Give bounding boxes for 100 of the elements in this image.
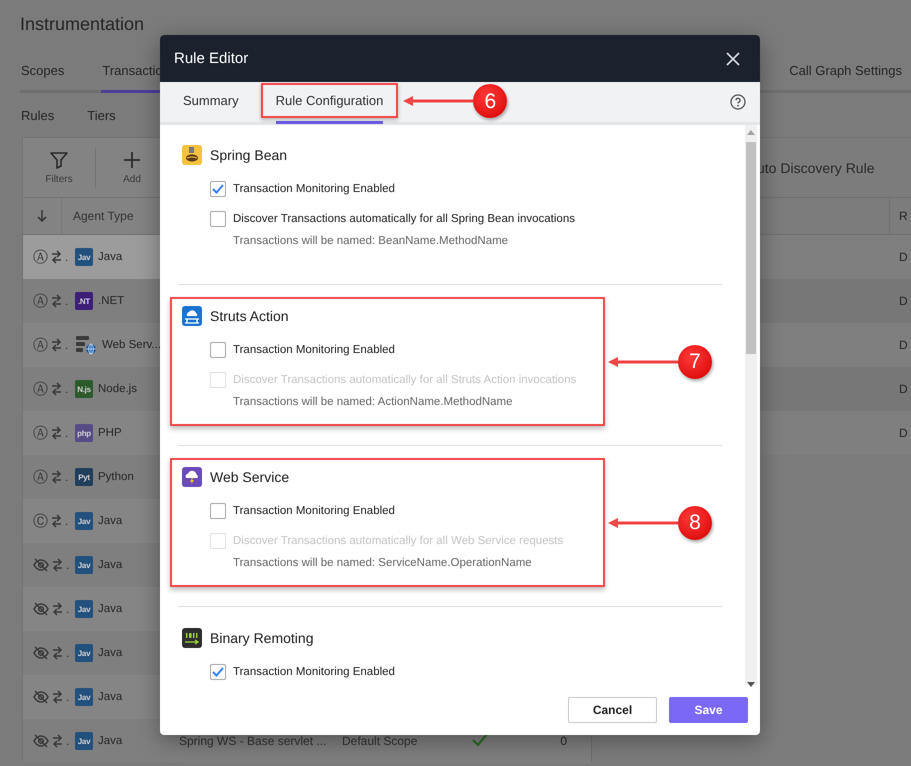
agent-badge: Jav [75, 556, 93, 574]
checkbox[interactable] [210, 181, 226, 197]
agent-type: Java [98, 251, 122, 263]
agent-badge: Jav [75, 688, 93, 706]
sort-arrow-icon[interactable] [36, 209, 48, 223]
option-label: Discover Transactions automatically for all Web Service requests [233, 535, 564, 547]
agent-type: .NET [98, 295, 124, 307]
agent-type: Python [98, 471, 134, 483]
option-label: Transaction Monitoring Enabled [233, 666, 395, 678]
agent-type: Web Serv... [102, 339, 162, 351]
column-header: R [889, 198, 908, 234]
swap-arrows-icon [52, 558, 63, 572]
swap-arrows-icon [52, 734, 63, 748]
option-label: Transaction Monitoring Enabled [233, 344, 395, 356]
page-title: Instrumentation [19, 13, 146, 36]
agent-badge: Jav [75, 644, 93, 662]
toolbar-button[interactable]: Filters [23, 150, 95, 185]
table-cell: D [899, 294, 908, 308]
naming-hint: Transactions will be named: ServiceName.OperationName [232, 556, 533, 571]
mode-symbol: Ⓐ [33, 469, 48, 485]
agent-badge: .NT [75, 292, 93, 310]
swap-arrows-icon [51, 470, 62, 484]
help-icon[interactable] [730, 94, 746, 110]
column-header: Agent Type [72, 209, 134, 223]
bean-icon [182, 145, 202, 165]
table-cell: . [66, 602, 70, 616]
agent-type: Java [98, 735, 122, 747]
swap-arrows-icon [52, 646, 63, 660]
dialog-title: Rule Editor [174, 50, 248, 67]
eye-off-icon [33, 689, 49, 705]
table-cell: . [65, 250, 68, 264]
mode-symbol: Ⓐ [33, 249, 48, 265]
callout-arrow [608, 356, 678, 368]
table-cell: D [899, 250, 908, 264]
checkbox[interactable] [210, 342, 226, 358]
filter-icon [49, 150, 69, 170]
table-cell: . [66, 690, 70, 704]
section-title: Spring Bean [210, 147, 288, 163]
tab[interactable]: Summary [168, 82, 254, 124]
callout-arrow [403, 95, 474, 107]
table-cell: . [65, 514, 68, 528]
cloud-lightning-icon [182, 467, 202, 487]
table-cell: D [899, 426, 908, 440]
mode-symbol: Ⓐ [33, 425, 48, 441]
callout-number: 7 [678, 344, 712, 378]
rule-name: Spring WS - Base servlet ... [179, 734, 326, 748]
table-cell: D [899, 338, 908, 352]
agent-type: Java [98, 647, 122, 659]
tab[interactable]: Scopes [20, 52, 66, 93]
naming-hint: Transactions will be named: BeanName.MethodName [232, 234, 510, 249]
scope-cell: Default Scope [342, 734, 418, 748]
swap-arrows-icon [51, 426, 62, 440]
table-cell: . [66, 558, 70, 572]
count-cell: 0 [560, 734, 567, 748]
agent-badge: Jav [75, 512, 93, 530]
swap-arrows-icon [52, 690, 63, 704]
table-cell: . [65, 338, 68, 352]
eye-off-icon [33, 557, 49, 573]
table-cell: D [899, 382, 908, 396]
option-label: Discover Transactions automatically for all Struts Action invocations [233, 374, 576, 386]
scrollbar[interactable] [745, 125, 757, 685]
table-cell: . [66, 734, 70, 748]
table-cell: . [65, 470, 68, 484]
checkbox[interactable] [210, 211, 226, 227]
option-label: Transaction Monitoring Enabled [233, 183, 395, 195]
close-icon[interactable] [726, 52, 740, 66]
agent-badge: Jav [75, 248, 93, 266]
agent-badge: Jav [75, 732, 93, 750]
swap-arrows-icon [51, 338, 62, 352]
save-button[interactable]: Save [669, 697, 748, 723]
callout-number: 6 [473, 84, 508, 118]
plus-icon [122, 150, 142, 170]
tab[interactable]: Rule Configuration [260, 82, 398, 124]
option-label: Discover Transactions automatically for all Spring Bean invocations [233, 213, 575, 225]
section-title: Binary Remoting [210, 630, 314, 646]
agent-type: Java [98, 691, 122, 703]
agent-type: Java [98, 559, 122, 571]
mode-symbol: Ⓐ [33, 293, 48, 309]
toolbar-button[interactable]: Add [96, 150, 168, 185]
agent-badge: Jav [75, 600, 93, 618]
server-globe-icon [75, 335, 97, 355]
checkbox[interactable] [210, 503, 226, 519]
swap-arrows-icon [52, 602, 63, 616]
agent-badge: php [75, 424, 93, 442]
eye-off-icon [33, 601, 49, 617]
tab[interactable]: Call Graph Settings [788, 52, 903, 93]
section-title: Struts Action [210, 308, 289, 324]
option-label: Transaction Monitoring Enabled [233, 505, 395, 517]
cloud-bridge-icon [182, 306, 202, 326]
callout-number: 8 [678, 506, 712, 540]
agent-type: PHP [98, 427, 122, 439]
tab[interactable]: Rules [21, 108, 54, 122]
table-cell: . [65, 294, 68, 308]
tab[interactable]: Tiers [87, 108, 116, 122]
naming-hint: Transactions will be named: ActionName.MethodName [232, 395, 514, 410]
agent-type: Java [98, 515, 122, 527]
agent-badge: N.js [75, 380, 93, 398]
cancel-button[interactable]: Cancel [568, 697, 657, 723]
checkbox[interactable] [210, 664, 226, 680]
swap-arrows-icon [51, 250, 62, 264]
